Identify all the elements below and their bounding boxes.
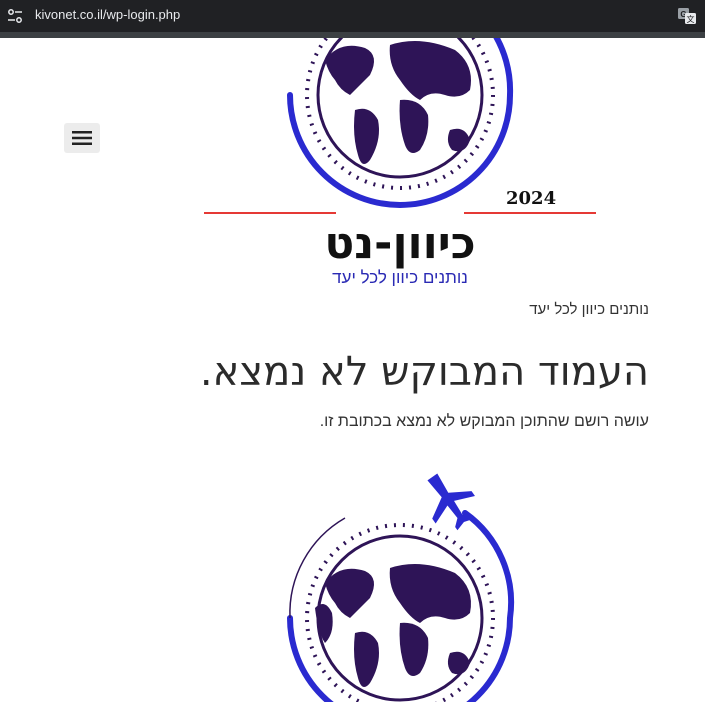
airplane-icon (427, 473, 475, 531)
decorative-line-right (464, 212, 596, 214)
page-content: 2024 כיוון-נט נותנים כיוון לכל יעד נותני… (0, 38, 705, 702)
site-tagline: נותנים כיוון לכל יעד (332, 268, 468, 287)
svg-text:文: 文 (687, 14, 695, 24)
error-message: עושה רושם שהתוכן המבוקש לא נמצא בכתובת ז… (319, 413, 649, 430)
address-bar-url[interactable]: kivonet.co.il/wp-login.php (35, 7, 180, 22)
browser-toolbar: kivonet.co.il/wp-login.php G 文 (0, 0, 705, 32)
not-found-logo-image (270, 468, 530, 702)
site-description: נותנים כיוון לכל יעד (529, 301, 649, 318)
translate-icon[interactable]: G 文 (677, 6, 697, 26)
page-title: העמוד המבוקש לא נמצא. (199, 349, 649, 395)
decorative-line-left (204, 212, 336, 214)
hamburger-menu-icon (72, 131, 92, 145)
site-title[interactable]: כיוון-נט (250, 218, 550, 270)
menu-toggle-button[interactable] (64, 123, 100, 153)
site-info-icon[interactable] (6, 7, 24, 25)
logo-year: 2024 (506, 188, 557, 209)
site-logo[interactable] (270, 38, 530, 215)
